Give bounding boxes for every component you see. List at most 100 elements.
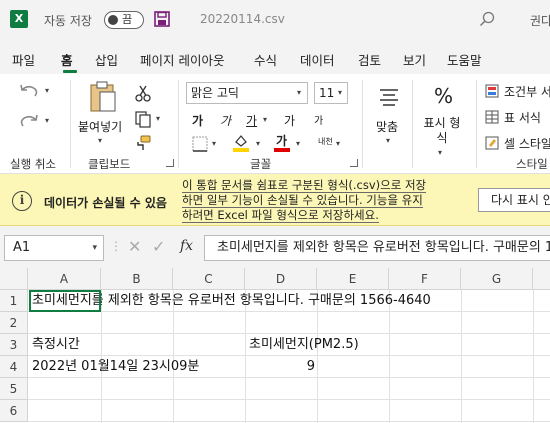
styles-group-label: 스타일 bbox=[516, 157, 548, 171]
row-header-1[interactable]: 1 bbox=[0, 290, 28, 312]
column-header-g[interactable]: G bbox=[461, 268, 533, 290]
cell-a3[interactable]: 측정시간 bbox=[32, 334, 80, 356]
borders-dropdown-icon[interactable]: ▾ bbox=[212, 139, 216, 148]
paste-icon[interactable] bbox=[88, 80, 118, 114]
tab-data[interactable]: 데이터 bbox=[300, 50, 335, 69]
row-header-3[interactable]: 3 bbox=[0, 334, 28, 356]
decrease-font-size-button[interactable]: 가 bbox=[314, 112, 323, 127]
tab-page-layout[interactable]: 페이지 레이아웃 bbox=[140, 50, 224, 69]
column-header-b[interactable]: B bbox=[101, 268, 173, 290]
conditional-formatting-button[interactable]: 조건부 서 bbox=[504, 83, 550, 100]
dont-show-again-button[interactable]: 다시 표시 안 함 bbox=[478, 188, 550, 212]
message-line: 이 통합 문서를 쉼표로 구분된 형식(.csv)으로 저장 bbox=[182, 178, 427, 193]
paste-dropdown-icon[interactable]: ▾ bbox=[98, 136, 102, 145]
font-name-select[interactable]: 맑은 고딕 bbox=[186, 82, 308, 104]
autosave-toggle[interactable]: 끔 bbox=[104, 11, 144, 29]
title-bar: X 자동 저장 끔 20220114.csv 권다 bbox=[0, 0, 550, 40]
cell-styles-icon[interactable] bbox=[485, 136, 499, 150]
excel-icon: X bbox=[10, 10, 28, 28]
info-icon: i bbox=[12, 191, 32, 211]
message-body: 이 통합 문서를 쉼표로 구분된 형식(.csv)으로 저장 하면 일부 기능이… bbox=[182, 178, 427, 223]
increase-font-size-button[interactable]: 가 bbox=[284, 112, 295, 129]
conditional-formatting-icon[interactable] bbox=[485, 84, 499, 98]
tab-help[interactable]: 도움말 bbox=[447, 50, 482, 69]
underline-dropdown-icon[interactable]: ▾ bbox=[263, 115, 267, 124]
font-launcher-icon[interactable] bbox=[350, 159, 358, 167]
fill-color-dropdown-icon[interactable]: ▾ bbox=[256, 139, 260, 148]
cell-d4[interactable]: 9 bbox=[245, 356, 315, 378]
message-title: 데이터가 손실될 수 있음 bbox=[44, 196, 167, 210]
account-name[interactable]: 권다 bbox=[530, 12, 550, 29]
undo-dropdown-icon[interactable]: ▾ bbox=[45, 86, 49, 95]
file-name: 20220114.csv bbox=[200, 12, 285, 26]
borders-icon[interactable] bbox=[192, 136, 208, 152]
row-header-4[interactable]: 4 bbox=[0, 356, 28, 378]
font-size-dropdown-icon[interactable]: ▾ bbox=[338, 88, 342, 97]
format-painter-icon[interactable] bbox=[134, 134, 152, 152]
tab-review[interactable]: 검토 bbox=[358, 50, 381, 69]
row-header-2[interactable]: 2 bbox=[0, 312, 28, 334]
column-header-c[interactable]: C bbox=[173, 268, 245, 290]
font-name-dropdown-icon[interactable]: ▾ bbox=[297, 88, 301, 97]
tab-formulas[interactable]: 수식 bbox=[254, 50, 277, 69]
more-options-icon: ⋮ bbox=[110, 239, 122, 253]
cell-styles-button[interactable]: 셀 스타일 bbox=[504, 135, 550, 152]
number-format-dropdown-icon[interactable]: ▾ bbox=[438, 148, 442, 157]
cell-d3[interactable]: 초미세먼지(PM2.5) bbox=[249, 334, 359, 356]
message-bar: i 데이터가 손실될 수 있음 이 통합 문서를 쉼표로 구분된 형식(.csv… bbox=[0, 174, 550, 226]
active-tab-indicator bbox=[63, 70, 77, 73]
copy-dropdown-icon[interactable]: ▾ bbox=[156, 114, 160, 123]
group-divider bbox=[476, 80, 477, 168]
cell-a4[interactable]: 2022년 01월14일 23시09분 bbox=[32, 356, 199, 378]
tab-view[interactable]: 보기 bbox=[403, 50, 426, 69]
fill-color-icon[interactable] bbox=[232, 132, 250, 152]
redo-dropdown-icon[interactable]: ▾ bbox=[45, 116, 49, 125]
font-group-label: 글꼴 bbox=[250, 157, 272, 171]
font-size-select[interactable]: 11 bbox=[314, 82, 348, 104]
alignment-dropdown-icon[interactable]: ▾ bbox=[386, 136, 390, 145]
name-box[interactable]: A1 ▾ bbox=[4, 235, 104, 261]
ribbon-tabs: 파일 홈 삽입 페이지 레이아웃 수식 데이터 검토 보기 도움말 bbox=[0, 40, 550, 74]
name-box-dropdown-icon[interactable]: ▾ bbox=[92, 236, 97, 260]
formula-bar: A1 ▾ ⋮ ✕ ✓ fx 초미세먼지를 제외한 항목은 유로버전 항목입니다.… bbox=[0, 226, 550, 268]
tab-file[interactable]: 파일 bbox=[12, 50, 35, 69]
clipboard-launcher-icon[interactable] bbox=[166, 159, 174, 167]
column-header-d[interactable]: D bbox=[245, 268, 317, 290]
column-header-e[interactable]: E bbox=[317, 268, 389, 290]
alignment-icon[interactable] bbox=[378, 86, 400, 108]
row-header-5[interactable]: 5 bbox=[0, 378, 28, 400]
paste-button[interactable]: 붙여넣기 bbox=[78, 118, 122, 135]
number-format-button[interactable]: 표시 형식 bbox=[420, 116, 464, 146]
cut-icon[interactable] bbox=[134, 84, 152, 102]
autosave-state: 끔 bbox=[122, 13, 133, 26]
message-line: 하려면 Excel 파일 형식으로 저장하세요. bbox=[182, 208, 379, 223]
bold-button[interactable]: 가 bbox=[192, 112, 203, 129]
underline-button[interactable]: 가 bbox=[246, 112, 257, 129]
alignment-button[interactable]: 맞춤 bbox=[376, 118, 398, 135]
phonetic-dropdown-icon[interactable]: ▾ bbox=[336, 139, 340, 148]
tab-insert[interactable]: 삽입 bbox=[95, 50, 118, 69]
font-color-dropdown-icon[interactable]: ▾ bbox=[296, 139, 300, 148]
ribbon: ▾ ▾ 실행 취소 붙여넣기 ▾ ▾ 클립보드 맑은 고딕 ▾ 11 ▾ 가 가… bbox=[0, 74, 550, 174]
select-all-corner[interactable] bbox=[0, 268, 28, 290]
grid-line bbox=[461, 290, 462, 423]
format-as-table-icon[interactable] bbox=[485, 110, 499, 124]
font-color-button[interactable]: 가 bbox=[276, 132, 287, 149]
column-header-a[interactable]: A bbox=[28, 268, 101, 290]
formula-input[interactable]: 초미세먼지를 제외한 항목은 유로버전 항목입니다. 구매문의 1566-464… bbox=[204, 235, 550, 261]
undo-icon[interactable] bbox=[18, 82, 40, 100]
column-header-h[interactable] bbox=[533, 268, 550, 290]
copy-icon[interactable] bbox=[134, 110, 152, 128]
search-icon[interactable] bbox=[478, 10, 496, 28]
insert-function-button[interactable]: fx bbox=[180, 238, 193, 254]
spreadsheet-grid: A B C D E F G 1 2 3 4 5 6 초미세먼지를 제외한 항목은… bbox=[0, 268, 550, 423]
format-as-table-button[interactable]: 표 서식 bbox=[504, 109, 541, 126]
row-header-6[interactable]: 6 bbox=[0, 400, 28, 422]
italic-button[interactable]: 가 bbox=[220, 112, 231, 129]
tab-home[interactable]: 홈 bbox=[61, 50, 73, 69]
redo-icon[interactable] bbox=[18, 112, 40, 130]
percent-icon[interactable]: % bbox=[434, 84, 453, 108]
save-icon[interactable] bbox=[154, 11, 170, 27]
phonetic-guide-button[interactable]: 내천 bbox=[318, 136, 333, 147]
column-header-f[interactable]: F bbox=[389, 268, 461, 290]
